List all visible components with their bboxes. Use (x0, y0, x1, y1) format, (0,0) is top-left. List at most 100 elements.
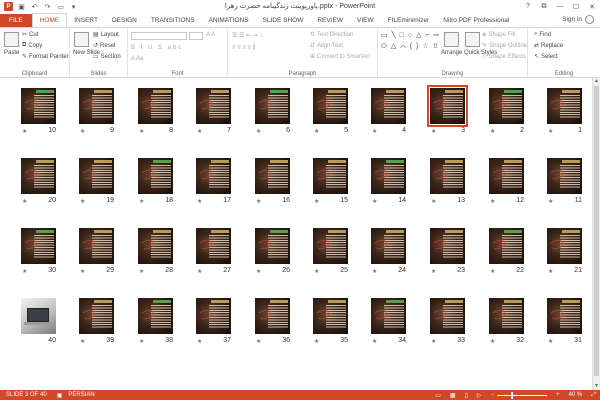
convert-smartart-button[interactable]: ⊞ Convert to SmartArt (310, 53, 370, 61)
scroll-up-icon[interactable]: ▲ (593, 78, 600, 85)
undo-icon[interactable]: ↶ (30, 2, 39, 11)
tab-home[interactable]: HOME (31, 13, 68, 27)
transition-star-icon[interactable]: ★ (80, 128, 85, 135)
slide-thumbnail[interactable] (313, 298, 348, 334)
slide-thumbnail[interactable] (255, 228, 290, 264)
slide-thumbnail[interactable] (313, 228, 348, 264)
slideshow-view-icon[interactable]: ▷ (477, 392, 482, 399)
transition-star-icon[interactable]: ★ (548, 128, 553, 135)
slide-thumbnail[interactable] (255, 298, 290, 334)
tab-design[interactable]: DESIGN (105, 14, 144, 27)
start-from-beginning-icon[interactable]: ▭ (56, 2, 65, 11)
font-color-icon[interactable]: A Aa (131, 56, 143, 62)
sign-in[interactable]: Sign in (562, 15, 594, 24)
transition-star-icon[interactable]: ★ (372, 198, 377, 205)
language-status[interactable]: PERSIAN (68, 392, 94, 398)
text-direction-button[interactable]: ⇅ Text Direction (310, 31, 353, 39)
tab-file[interactable]: FILE (0, 14, 32, 27)
transition-star-icon[interactable]: ★ (256, 128, 261, 135)
transition-star-icon[interactable]: ★ (197, 268, 202, 275)
align-icon[interactable]: ≡ ≡ ≡ ≡ ⫼ (232, 45, 255, 52)
format-buttons-icon[interactable]: B I U S abc (131, 45, 183, 51)
transition-star-icon[interactable]: ★ (256, 338, 261, 345)
quick-styles-icon[interactable] (465, 32, 480, 47)
transition-star-icon[interactable]: ★ (256, 268, 261, 275)
transition-star-icon[interactable]: ★ (256, 198, 261, 205)
transition-star-icon[interactable]: ★ (372, 338, 377, 345)
transition-star-icon[interactable]: ★ (139, 198, 144, 205)
fit-to-window-icon[interactable]: ⤢ (591, 392, 596, 399)
minimize-button[interactable]: — (552, 0, 568, 13)
transition-star-icon[interactable]: ★ (431, 338, 436, 345)
slide-thumbnail[interactable] (547, 298, 582, 334)
reset-button[interactable]: ↺ Reset (93, 42, 116, 50)
paste-button[interactable]: Paste (4, 50, 19, 56)
tab-view[interactable]: VIEW (350, 14, 381, 27)
slide-thumbnail[interactable] (79, 298, 114, 334)
transition-star-icon[interactable]: ★ (548, 198, 553, 205)
tab-insert[interactable]: INSERT (67, 14, 105, 27)
transition-star-icon[interactable]: ★ (372, 268, 377, 275)
scrollbar-thumb[interactable] (594, 86, 599, 376)
tab-transitions[interactable]: TRANSITIONS (144, 14, 202, 27)
slide-thumbnail[interactable] (196, 298, 231, 334)
align-text-button[interactable]: ⇵ Align Text (310, 42, 343, 50)
transition-star-icon[interactable]: ★ (548, 338, 553, 345)
arrange-button[interactable]: Arrange (441, 50, 462, 56)
format-painter-button[interactable]: ✎ Format Painter (22, 53, 69, 61)
transition-star-icon[interactable]: ★ (80, 268, 85, 275)
zoom-level[interactable]: 40 % (569, 392, 583, 398)
slide-thumbnail[interactable] (430, 158, 465, 194)
customize-toolbar-icon[interactable]: ▾ (69, 2, 78, 11)
slide-thumbnail[interactable] (21, 228, 56, 264)
slide-thumbnail[interactable] (371, 158, 406, 194)
slide-thumbnail[interactable] (79, 88, 114, 124)
normal-view-icon[interactable]: ▭ (435, 392, 441, 399)
tab-fileminimizer[interactable]: FILEminimizer (381, 14, 437, 27)
slide-thumbnail[interactable] (138, 158, 173, 194)
slide-thumbnail[interactable] (196, 88, 231, 124)
slide-thumbnail[interactable] (313, 158, 348, 194)
paste-icon[interactable] (4, 32, 19, 47)
transition-star-icon[interactable]: ★ (139, 338, 144, 345)
tab-animations[interactable]: ANIMATIONS (202, 14, 256, 27)
new-slide-icon[interactable] (74, 32, 89, 47)
transition-star-icon[interactable]: ★ (80, 338, 85, 345)
transition-star-icon[interactable]: ★ (80, 198, 85, 205)
redo-icon[interactable]: ↷ (43, 2, 52, 11)
transition-star-icon[interactable]: ★ (490, 128, 495, 135)
slide-thumbnail[interactable] (371, 298, 406, 334)
transition-star-icon[interactable]: ★ (197, 128, 202, 135)
slide-thumbnail[interactable] (21, 298, 56, 334)
transition-star-icon[interactable]: ★ (197, 198, 202, 205)
font-name-box[interactable] (131, 32, 187, 40)
slide-thumbnail[interactable] (489, 298, 524, 334)
slide-thumbnail[interactable] (489, 158, 524, 194)
slide-thumbnail[interactable] (196, 228, 231, 264)
transition-star-icon[interactable]: ★ (490, 338, 495, 345)
transition-star-icon[interactable]: ★ (22, 268, 27, 275)
slide-thumbnail[interactable] (255, 88, 290, 124)
transition-star-icon[interactable]: ★ (139, 128, 144, 135)
find-button[interactable]: ⌕ Find (534, 31, 551, 38)
transition-star-icon[interactable]: ★ (431, 198, 436, 205)
maximize-button[interactable]: ☐ (568, 0, 584, 13)
transition-star-icon[interactable]: ★ (314, 268, 319, 275)
slide-thumbnail[interactable] (21, 158, 56, 194)
shapes-gallery-row2-icon[interactable]: ⬭ △ ⌒ { } ☆ ⇧ (381, 42, 439, 51)
ribbon-display-options-button[interactable]: ⧉ (536, 0, 552, 13)
slide-thumbnail[interactable] (196, 158, 231, 194)
arrange-icon[interactable] (444, 32, 459, 47)
copy-button[interactable]: ⧉ Copy (22, 42, 42, 49)
powerpoint-app-icon[interactable]: P (4, 2, 13, 11)
transition-star-icon[interactable]: ★ (490, 268, 495, 275)
bullets-icon[interactable]: ☰ ☰ ⇤ ⇥ ↕ (232, 32, 262, 39)
tab-nitro-pdf[interactable]: Nitro PDF Professional (436, 14, 516, 27)
font-size-box[interactable] (189, 32, 203, 40)
slide-thumbnail[interactable] (21, 88, 56, 124)
zoom-slider-knob[interactable] (510, 391, 513, 399)
slide-thumbnail[interactable] (371, 88, 406, 124)
section-button[interactable]: ▭ Section (93, 53, 121, 61)
slide-thumbnail[interactable] (371, 228, 406, 264)
zoom-slider[interactable] (496, 391, 547, 399)
